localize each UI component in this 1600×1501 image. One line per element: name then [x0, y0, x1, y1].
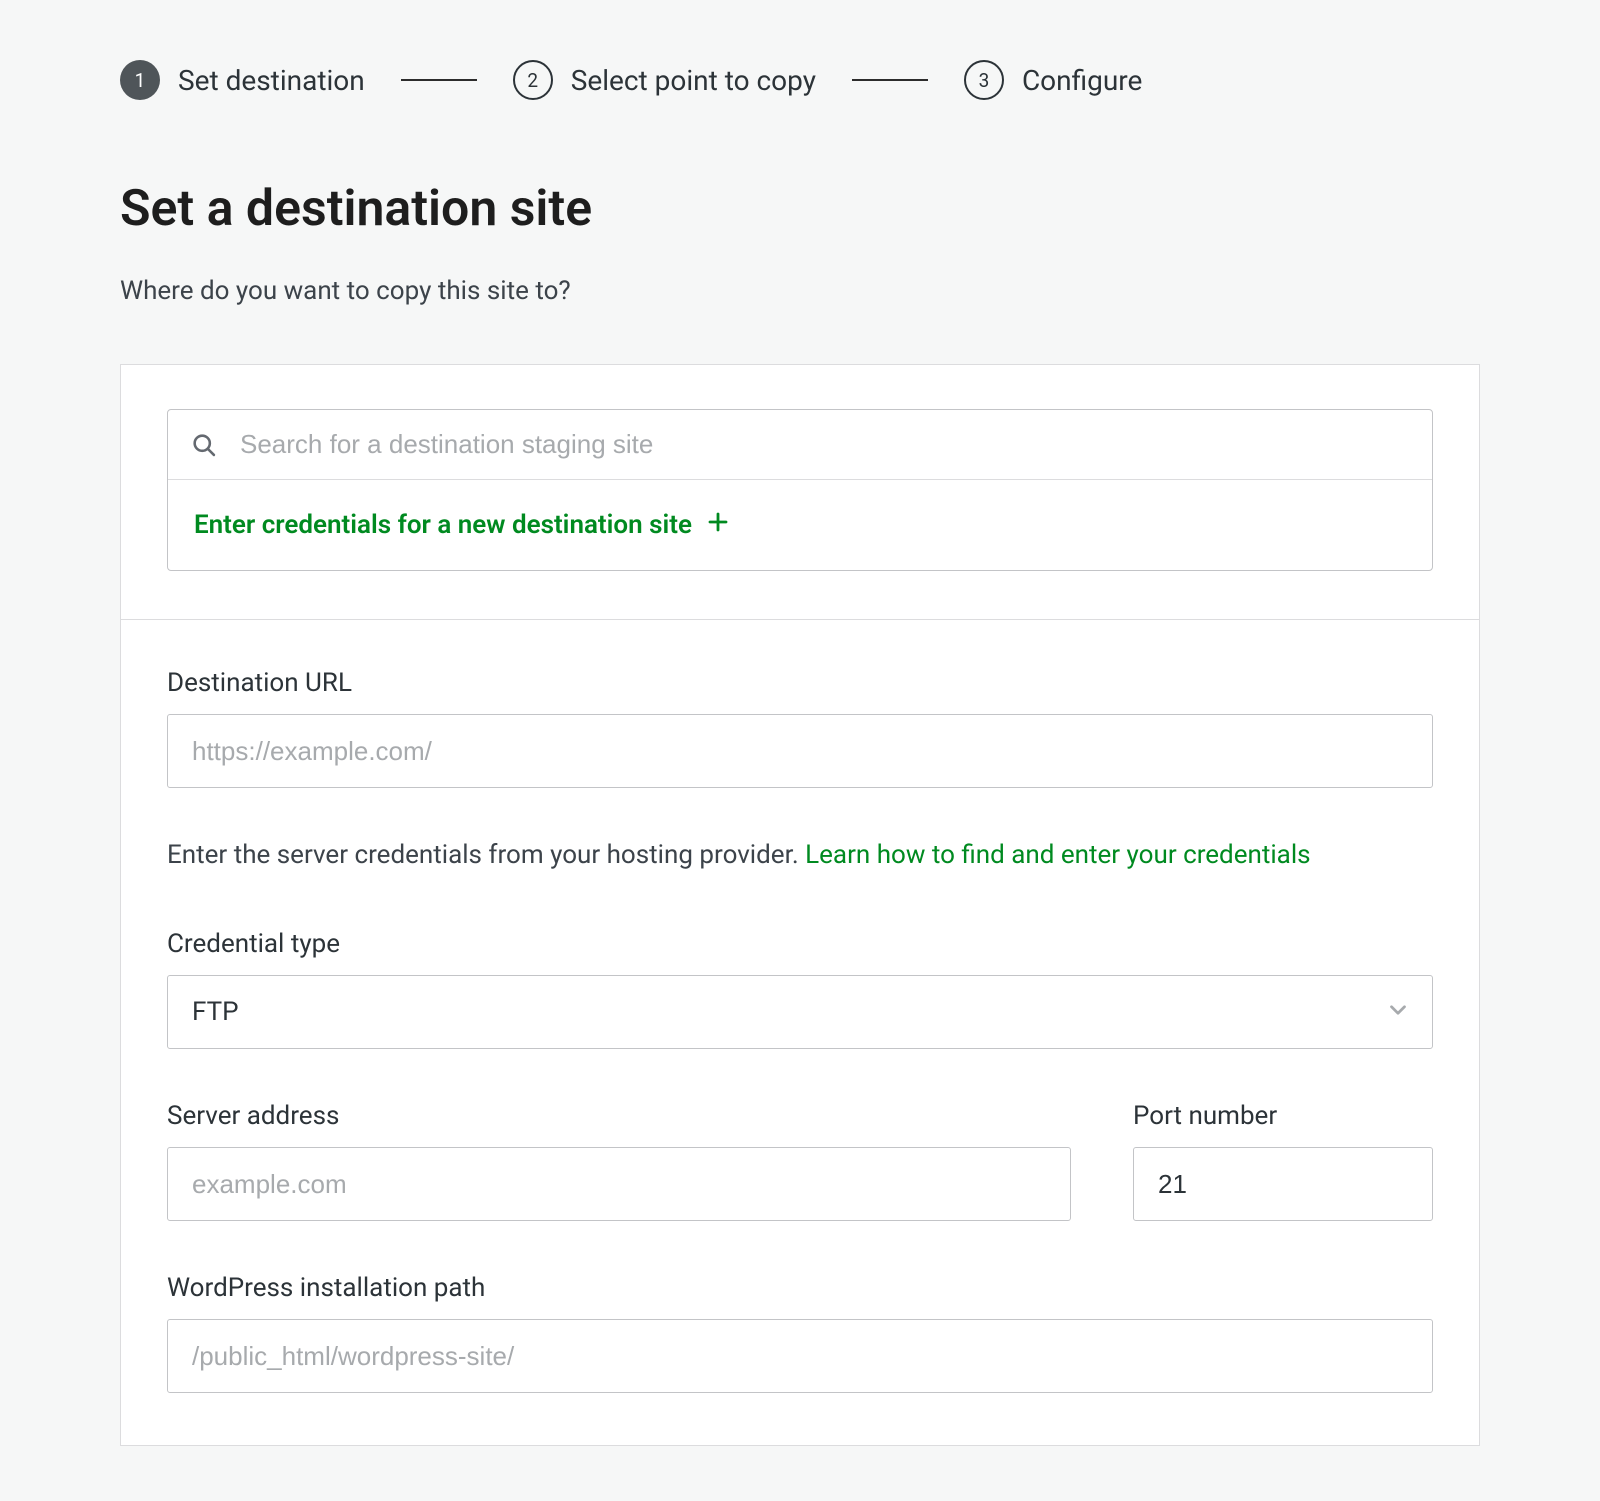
page-title: Set a destination site — [120, 180, 1480, 238]
credential-type-select[interactable]: FTP — [167, 975, 1433, 1049]
credentials-help-text-static: Enter the server credentials from your h… — [167, 840, 805, 870]
search-row[interactable] — [168, 410, 1432, 480]
add-destination-button[interactable]: Enter credentials for a new destination … — [168, 480, 1432, 570]
step-number-badge: 3 — [964, 60, 1004, 100]
credential-type-label: Credential type — [167, 929, 1433, 959]
destination-url-label: Destination URL — [167, 668, 1433, 698]
step-set-destination[interactable]: 1 Set destination — [120, 60, 365, 100]
page-subtitle: Where do you want to copy this site to? — [120, 276, 1480, 306]
step-number-badge: 2 — [513, 60, 553, 100]
step-number-badge: 1 — [120, 60, 160, 100]
wp-path-label: WordPress installation path — [167, 1273, 1433, 1303]
wp-path-field[interactable] — [167, 1319, 1433, 1393]
server-address-field[interactable] — [167, 1147, 1071, 1221]
step-select-point[interactable]: 2 Select point to copy — [513, 60, 816, 100]
search-input[interactable] — [240, 429, 1410, 460]
step-label: Configure — [1022, 64, 1142, 97]
destination-url-field[interactable] — [167, 714, 1433, 788]
plus-icon — [706, 510, 730, 541]
server-address-label: Server address — [167, 1101, 1071, 1131]
step-label: Set destination — [178, 64, 365, 97]
port-number-label: Port number — [1133, 1101, 1433, 1131]
credentials-help-text: Enter the server credentials from your h… — [167, 836, 1433, 875]
add-destination-label: Enter credentials for a new destination … — [194, 510, 692, 540]
stepper: 1 Set destination 2 Select point to copy… — [120, 60, 1480, 100]
port-number-field[interactable] — [1133, 1147, 1433, 1221]
credentials-help-link[interactable]: Learn how to find and enter your credent… — [805, 840, 1310, 870]
search-card: Enter credentials for a new destination … — [120, 364, 1480, 620]
step-divider — [852, 79, 928, 81]
credentials-form: Destination URL Enter the server credent… — [120, 620, 1480, 1446]
step-divider — [401, 79, 477, 81]
step-label: Select point to copy — [571, 64, 816, 97]
search-icon — [190, 431, 218, 459]
step-configure[interactable]: 3 Configure — [964, 60, 1142, 100]
